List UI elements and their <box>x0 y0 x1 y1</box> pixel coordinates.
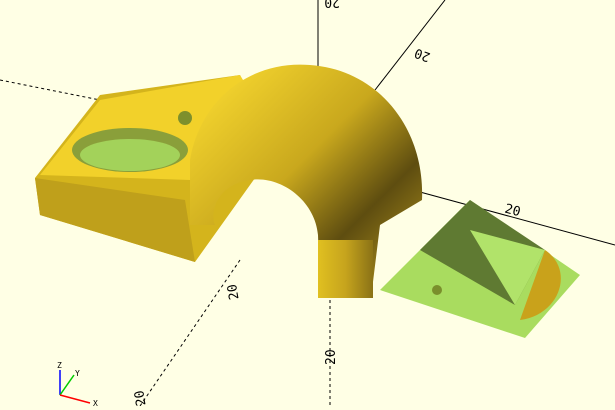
3d-viewport[interactable]: 20 20 20 20 20 20 Z Y X <box>0 0 615 408</box>
x-axis-label: X <box>93 399 98 406</box>
x-axis-line <box>59 394 91 404</box>
tick-label-x-right: 20 <box>503 202 522 221</box>
tick-label-y-upper: 20 <box>413 45 433 64</box>
arch <box>190 64 423 298</box>
render-canvas[interactable]: 20 20 20 20 20 20 Z Y X <box>0 0 615 408</box>
cut-part <box>380 200 580 338</box>
tick-label-z-lower: 20 <box>324 349 339 365</box>
axes-indicator: Z Y X <box>57 361 98 408</box>
tick-label-z-top: 20 <box>324 0 340 9</box>
y-axis-label: Y <box>75 369 80 378</box>
tick-label-x-left: 20 <box>132 389 149 406</box>
screw-hole <box>178 111 192 125</box>
z-axis-label: Z <box>57 361 62 370</box>
tick-label-y-lower: 20 <box>225 283 242 301</box>
y-axis-line <box>59 374 75 396</box>
